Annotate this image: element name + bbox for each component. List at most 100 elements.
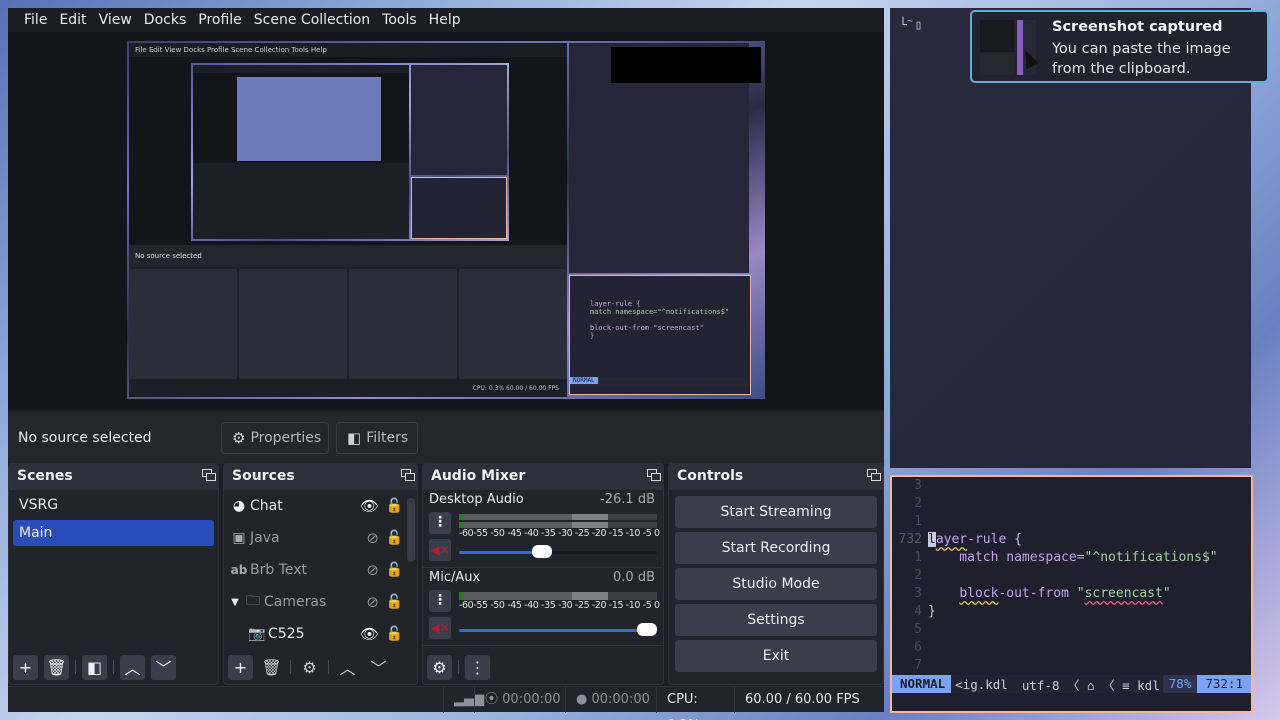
mute-button[interactable]: ◀✕ xyxy=(429,617,451,639)
status-bar: ▂▄▆ ⦿ 00:00:00 ● 00:00:00 CPU: 0.3% 60.0… xyxy=(8,686,884,720)
source-label: C525 xyxy=(268,626,305,642)
move-source-up-button[interactable]: ︿ xyxy=(335,655,360,680)
stream-icon: ⦿ xyxy=(485,692,499,707)
undock-icon[interactable] xyxy=(647,469,661,481)
unlock-icon[interactable]: 🔓 xyxy=(386,530,403,546)
editor-statusline: NORMAL <ig.kdl utf-8 〈 ⌂ 〈 ≡ kdl 78% 732… xyxy=(892,675,1251,693)
preview-nested-obs: File Edit View Docks Profile Scene Colle… xyxy=(129,43,567,397)
move-scene-up-button[interactable]: ︿ xyxy=(120,654,145,680)
menu-bar: File Edit View Docks Profile Scene Colle… xyxy=(8,8,884,32)
unlock-icon[interactable]: 🔓 xyxy=(386,498,403,514)
record-icon: ● xyxy=(576,692,588,707)
sources-title-text: Sources xyxy=(232,468,295,484)
source-item-brb-text[interactable]: ab Brb Text ⊘ 🔓 xyxy=(224,554,417,586)
visibility-eye-icon[interactable]: 👁 xyxy=(360,497,379,515)
move-scene-down-button[interactable]: ﹀ xyxy=(151,654,176,680)
notification-title: Screenshot captured xyxy=(1052,19,1223,35)
chevron-down-icon: ﹀ xyxy=(155,659,172,678)
move-source-down-button[interactable]: ﹀ xyxy=(366,655,391,680)
code-line: 3 xyxy=(892,477,1251,495)
unlock-icon[interactable]: 🔓 xyxy=(386,594,403,610)
settings-button[interactable]: Settings xyxy=(675,604,877,636)
line-number: 1 xyxy=(914,550,922,565)
expand-triangle-icon[interactable]: ▼ xyxy=(228,597,242,608)
preview-black-rect xyxy=(611,47,761,83)
mixer-menu-button[interactable]: ⋮ xyxy=(465,654,490,680)
visibility-hidden-icon[interactable]: ⊘ xyxy=(366,529,379,547)
code-string: " xyxy=(1162,586,1171,601)
menu-view[interactable]: View xyxy=(93,8,138,32)
terminal-cursor: ▯ xyxy=(914,18,923,33)
meter-bar xyxy=(459,514,657,520)
volume-slider[interactable] xyxy=(459,545,657,558)
menu-tools[interactable]: Tools xyxy=(376,8,423,32)
channel-menu-button[interactable]: ⋮ xyxy=(429,512,451,534)
scenes-title: Scenes xyxy=(9,464,218,490)
camera-icon: 📷 xyxy=(248,626,266,642)
menu-profile[interactable]: Profile xyxy=(192,8,248,32)
notification-popup[interactable]: Screenshot captured You can paste the im… xyxy=(970,10,1269,83)
meter-bar xyxy=(459,592,657,600)
source-item-java[interactable]: ▣ Java ⊘ 🔓 xyxy=(224,522,417,554)
code-line: 6 xyxy=(892,639,1251,657)
volume-knob[interactable] xyxy=(637,623,657,636)
volume-slider[interactable] xyxy=(459,623,657,636)
source-properties-button[interactable]: ⚙ xyxy=(297,655,322,680)
undock-icon[interactable] xyxy=(401,469,415,481)
mixer-channel-mic-aux: Mic/Aux 0.0 dB ⋮ ◀✕ -60-55 -50 -45 -40 -… xyxy=(423,568,663,646)
mute-button[interactable]: ◀✕ xyxy=(429,539,451,561)
channel-menu-button[interactable]: ⋮ xyxy=(429,590,451,612)
separator xyxy=(458,660,459,674)
remove-scene-button[interactable]: 🗑 xyxy=(44,654,69,680)
undock-icon[interactable] xyxy=(867,469,881,481)
preview-nested-dock xyxy=(349,269,457,379)
visibility-eye-icon[interactable]: 👁 xyxy=(360,625,379,643)
scene-item-main[interactable]: Main xyxy=(13,520,214,546)
code-line: 3 block-out-from "screencast" xyxy=(892,585,1251,603)
scene-item-vsrg[interactable]: VSRG xyxy=(13,492,214,518)
chevron-down-icon: ﹀ xyxy=(370,659,387,678)
code-brace: } xyxy=(928,604,936,619)
source-item-c525[interactable]: 📷 C525 👁 🔓 xyxy=(224,618,417,650)
scene-filters-button[interactable]: ◧ xyxy=(82,654,107,680)
add-scene-button[interactable]: + xyxy=(13,654,38,680)
remove-source-button[interactable]: 🗑 xyxy=(259,655,284,680)
source-label: Java xyxy=(250,530,280,546)
preview-nested-status: CPU: 0.3% 60.00 / 60.00 FPS xyxy=(129,381,567,397)
source-item-chat[interactable]: ◕ Chat 👁 🔓 xyxy=(224,490,417,522)
source-item-cameras[interactable]: ▼ 🗀 Cameras ⊘ 🔓 xyxy=(224,586,417,618)
scenes-title-text: Scenes xyxy=(17,468,73,484)
gear-icon: ⚙ xyxy=(302,657,317,677)
visibility-hidden-icon[interactable]: ⊘ xyxy=(366,593,379,611)
menu-edit[interactable]: Edit xyxy=(53,8,92,32)
undock-icon[interactable] xyxy=(202,469,216,481)
filters-button[interactable]: ◧ Filters xyxy=(336,422,418,454)
terminal-prompt: └ ~ ▯ xyxy=(899,16,923,33)
volume-meter xyxy=(459,514,657,528)
filter-icon: ◧ xyxy=(347,429,362,447)
code-keyword: block xyxy=(959,586,999,601)
menu-help[interactable]: Help xyxy=(423,8,467,32)
start-streaming-button[interactable]: Start Streaming xyxy=(675,496,877,528)
add-source-button[interactable]: + xyxy=(228,654,253,680)
exit-button[interactable]: Exit xyxy=(675,640,877,672)
start-recording-button[interactable]: Start Recording xyxy=(675,532,877,564)
menu-scene-collection[interactable]: Scene Collection xyxy=(248,8,376,32)
line-number: 3 xyxy=(914,586,922,601)
menu-file[interactable]: File xyxy=(18,8,53,32)
unlock-icon[interactable]: 🔓 xyxy=(386,626,403,642)
preview-canvas[interactable]: File Edit View Docks Profile Scene Colle… xyxy=(127,41,765,399)
stream-status: ⦿ 00:00:00 xyxy=(474,687,564,713)
trash-icon: 🗑 xyxy=(46,657,67,677)
menu-docks[interactable]: Docks xyxy=(138,8,192,32)
unlock-icon[interactable]: 🔓 xyxy=(386,562,403,578)
controls-title: Controls xyxy=(669,464,883,490)
editor-window[interactable]: 3 2 1 732 layer-rule { 1 match namespace=… xyxy=(890,475,1253,713)
line-number: 1 xyxy=(914,514,922,529)
properties-button[interactable]: ⚙ Properties xyxy=(221,422,329,454)
studio-mode-button[interactable]: Studio Mode xyxy=(675,568,877,600)
volume-knob[interactable] xyxy=(531,545,552,558)
advanced-audio-button[interactable]: ⚙ xyxy=(427,654,452,680)
visibility-hidden-icon[interactable]: ⊘ xyxy=(366,561,379,579)
preview-area[interactable]: File Edit View Docks Profile Scene Colle… xyxy=(8,32,884,410)
